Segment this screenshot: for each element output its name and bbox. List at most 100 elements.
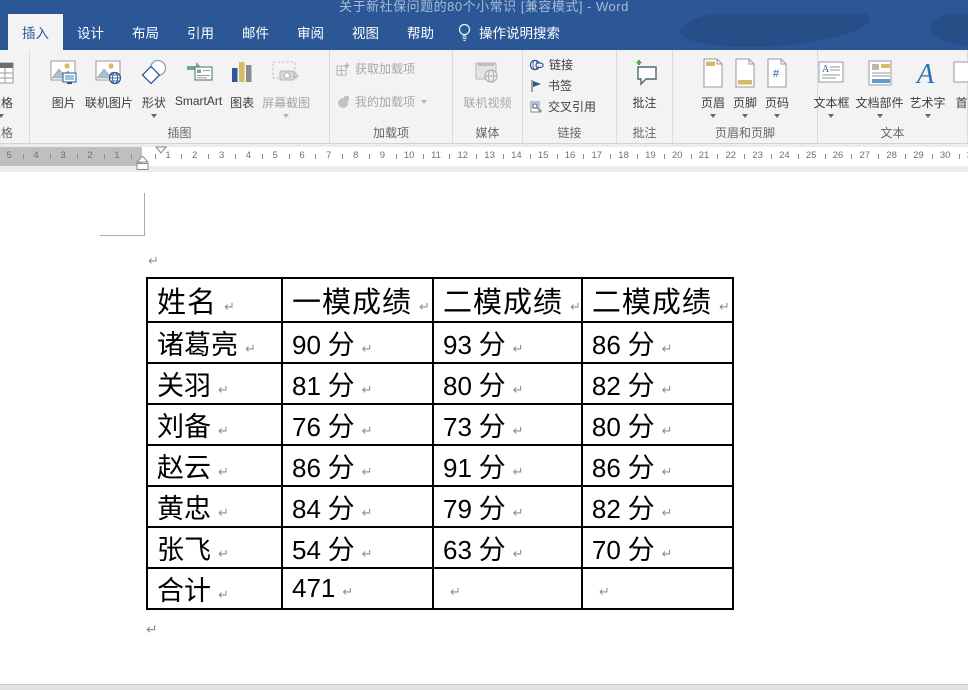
table-cell[interactable]: 63 分↵ <box>433 527 582 568</box>
paragraph-mark-icon: ↵ <box>362 424 373 439</box>
paragraph-mark-icon: ↵ <box>513 547 524 562</box>
ruler-number: 2 <box>192 150 197 161</box>
table-cell[interactable]: 93 分↵ <box>433 322 582 363</box>
cell-number: 80 <box>443 371 472 401</box>
online-pictures-button[interactable]: 联机图片 <box>82 55 136 111</box>
tab-引用[interactable]: 引用 <box>173 14 228 50</box>
tab-视图[interactable]: 视图 <box>338 14 393 50</box>
table-header-cell[interactable]: 二模成绩↵ <box>433 278 582 322</box>
table-cell[interactable]: 82 分↵ <box>582 486 733 527</box>
table-cell[interactable]: 86 分↵ <box>282 445 433 486</box>
tab-帮助[interactable]: 帮助 <box>393 14 448 50</box>
table-cell[interactable]: 82 分↵ <box>582 363 733 404</box>
ruler-tick <box>744 154 745 159</box>
get-addins-button: 获取加载项 <box>330 58 452 79</box>
paragraph-mark-icon: ↵ <box>342 585 353 600</box>
paragraph-mark-icon: ↵ <box>450 585 461 600</box>
cell-number: 79 <box>443 494 472 524</box>
table-cell[interactable]: 84 分↵ <box>282 486 433 527</box>
paragraph-mark-icon: ↵ <box>224 300 235 315</box>
text-box-button[interactable]: A 文本框 <box>810 55 852 118</box>
hanging-indent-marker[interactable] <box>136 156 149 171</box>
ruler-number: 21 <box>699 150 710 161</box>
group-label-comments: 批注 <box>617 124 672 141</box>
table-cell[interactable]: 86 分↵ <box>582 322 733 363</box>
bookmark-button[interactable]: 书签 <box>523 75 616 96</box>
footer-button[interactable]: 页脚 <box>729 55 761 118</box>
dropdown-arrow-icon <box>774 114 780 118</box>
ruler-tick <box>181 154 182 159</box>
paragraph-mark-icon: ↵ <box>362 506 373 521</box>
table-cell[interactable]: 86 分↵ <box>582 445 733 486</box>
ruler-margin-number: 4 <box>33 150 38 161</box>
table-cell[interactable]: 赵云↵ <box>147 445 282 486</box>
picture-button[interactable]: 图片 <box>46 55 82 111</box>
ruler-number: 18 <box>618 150 629 161</box>
table-cell[interactable]: 91 分↵ <box>433 445 582 486</box>
table-cell[interactable]: 关羽↵ <box>147 363 282 404</box>
paragraph-mark-icon: ↵ <box>662 547 673 562</box>
page-number-button[interactable]: # 页码 <box>761 55 793 118</box>
tab-设计[interactable]: 设计 <box>63 14 118 50</box>
shapes-button[interactable]: 形状 <box>136 55 172 118</box>
table-cell[interactable]: 80 分↵ <box>433 363 582 404</box>
comment-button[interactable]: 批注 <box>627 55 663 111</box>
group-label-media: 媒体 <box>453 124 522 141</box>
table-cell[interactable]: 刘备↵ <box>147 404 282 445</box>
cell-number: 80 <box>592 412 621 442</box>
ruler-number: 5 <box>273 150 278 161</box>
wordart-button[interactable]: A 艺术字 <box>907 55 949 118</box>
table-cell[interactable]: 张飞↵ <box>147 527 282 568</box>
quick-parts-button[interactable]: 文档部件 <box>853 55 907 118</box>
table-cell[interactable]: 诸葛亮↵ <box>147 322 282 363</box>
table-cell[interactable]: 81 分↵ <box>282 363 433 404</box>
table-cell[interactable]: 80 分↵ <box>582 404 733 445</box>
ruler-area: 5432112345678910111213141516171819202122… <box>0 144 968 172</box>
link-button[interactable]: 链接 <box>523 54 616 75</box>
table-cell[interactable]: 76 分↵ <box>282 404 433 445</box>
ruler-number: 17 <box>592 150 603 161</box>
table-row: 黄忠↵84 分↵79 分↵82 分↵ <box>147 486 733 527</box>
header-button[interactable]: 页眉 <box>697 55 729 118</box>
table-cell[interactable]: 79 分↵ <box>433 486 582 527</box>
ribbon-group-text: A 文本框 <box>818 50 968 143</box>
tell-me-search[interactable]: 操作说明搜索 <box>448 14 560 50</box>
table-header-cell[interactable]: 姓名↵ <box>147 278 282 322</box>
tab-插入[interactable]: 插入 <box>8 14 63 50</box>
tab-审阅[interactable]: 审阅 <box>283 14 338 50</box>
table-cell[interactable]: 471↵ <box>282 568 433 609</box>
cross-reference-button[interactable]: 交叉引用 <box>523 96 616 117</box>
table-cell[interactable]: 90 分↵ <box>282 322 433 363</box>
table-cell[interactable]: 黄忠↵ <box>147 486 282 527</box>
paragraph-mark-icon: ↵ <box>419 300 430 315</box>
chart-button[interactable]: 图表 <box>225 55 259 111</box>
dropdown-arrow-icon <box>151 114 157 118</box>
scores-table[interactable]: 姓名↵一模成绩↵二模成绩↵二模成绩↵诸葛亮↵90 分↵93 分↵86 分↵关羽↵… <box>146 277 734 610</box>
table-cell[interactable]: 70 分↵ <box>582 527 733 568</box>
tab-布局[interactable]: 布局 <box>118 14 173 50</box>
drop-cap-icon <box>952 55 968 91</box>
tab-邮件[interactable]: 邮件 <box>228 14 283 50</box>
ruler-tick <box>423 154 424 159</box>
document-page[interactable]: ↵ 姓名↵一模成绩↵二模成绩↵二模成绩↵诸葛亮↵90 分↵93 分↵86 分↵关… <box>0 172 968 684</box>
table-cell[interactable]: 合计↵ <box>147 568 282 609</box>
horizontal-ruler[interactable]: 5432112345678910111213141516171819202122… <box>0 147 968 166</box>
ribbon-group-illustrations: 图片 联 <box>30 50 330 143</box>
ruler-tick <box>50 154 51 159</box>
table-cell[interactable]: ↵ <box>582 568 733 609</box>
table-cell[interactable]: 73 分↵ <box>433 404 582 445</box>
table-cell[interactable]: ↵ <box>433 568 582 609</box>
ruler-tick <box>503 154 504 159</box>
table-cell[interactable]: 54 分↵ <box>282 527 433 568</box>
page-number-icon: # <box>764 55 790 91</box>
ruler-tick <box>530 154 531 159</box>
status-bar-edge <box>0 684 968 690</box>
link-icon <box>529 58 544 72</box>
online-pictures-label: 联机图片 <box>85 94 133 111</box>
ruler-number: 25 <box>806 150 817 161</box>
table-header-cell[interactable]: 二模成绩↵ <box>582 278 733 322</box>
table-header-cell[interactable]: 一模成绩↵ <box>282 278 433 322</box>
table-button[interactable]: 表格 <box>0 55 29 118</box>
drop-cap-button-clipped[interactable]: 首 <box>949 55 968 111</box>
smartart-button[interactable]: SmartArt <box>172 55 225 108</box>
